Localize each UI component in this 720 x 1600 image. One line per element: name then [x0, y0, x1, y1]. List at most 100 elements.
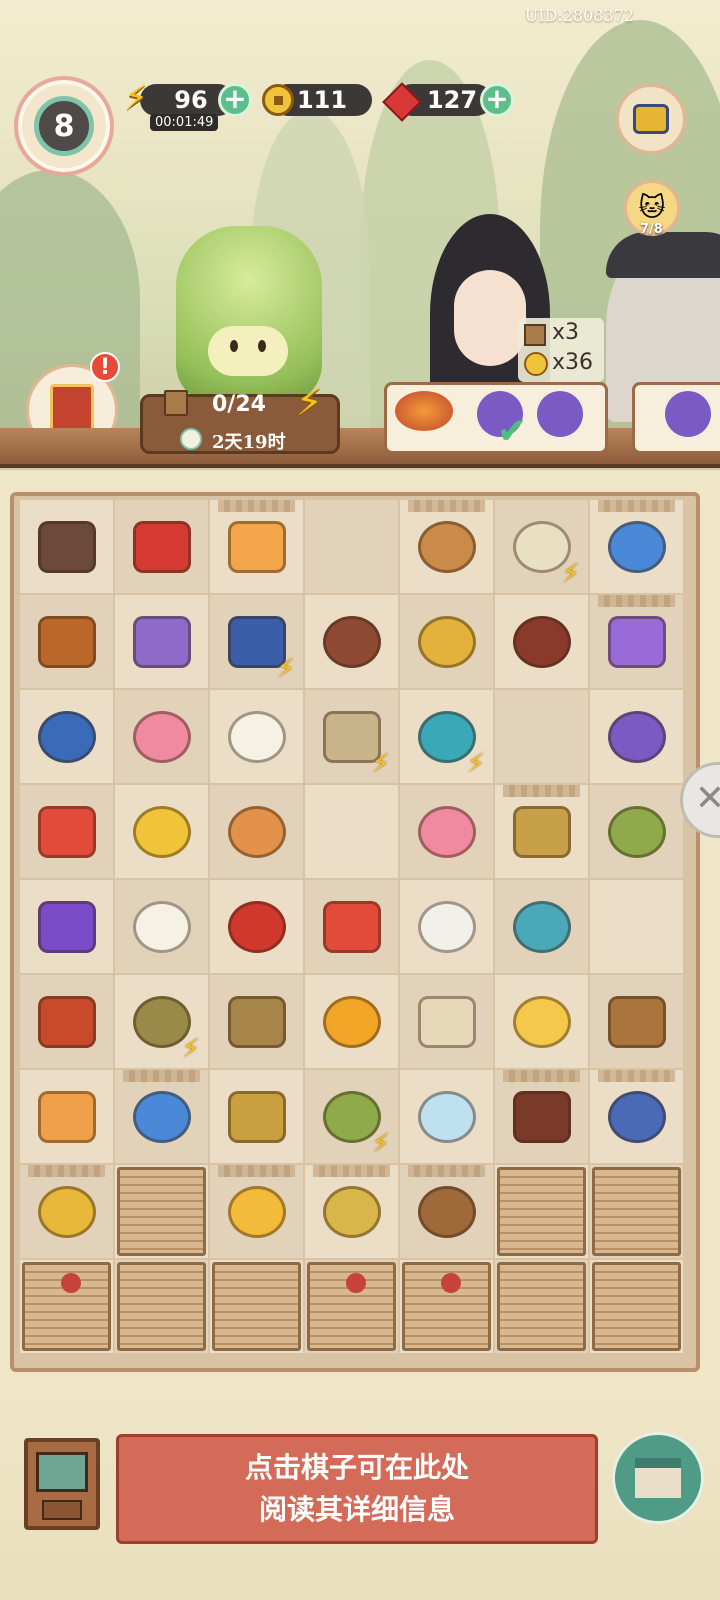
pavilion-button[interactable] — [612, 1432, 704, 1524]
yarn-icon[interactable] — [417, 995, 476, 1048]
order-tray-2[interactable] — [632, 382, 720, 454]
board-cell[interactable] — [210, 880, 303, 973]
watermelon-slice-icon[interactable] — [322, 900, 381, 953]
board-cell[interactable] — [20, 500, 113, 593]
board-cell[interactable] — [400, 500, 493, 593]
blue-gem-icon[interactable] — [607, 520, 666, 573]
board-cell[interactable] — [495, 595, 588, 688]
egg-rice-icon[interactable] — [227, 1185, 286, 1238]
player-level-badge[interactable]: 8 — [14, 76, 114, 176]
gold-ring-icon[interactable] — [417, 615, 476, 668]
box-icon[interactable] — [512, 1090, 571, 1143]
board-cell[interactable] — [400, 975, 493, 1068]
board-cell[interactable] — [115, 595, 208, 688]
board-cell[interactable] — [20, 690, 113, 783]
board-cell[interactable] — [115, 1260, 208, 1353]
board-cell[interactable]: ⚡ — [210, 595, 303, 688]
board-cell[interactable] — [400, 1260, 493, 1353]
board-cell[interactable] — [495, 975, 588, 1068]
cabbage-mascot[interactable] — [176, 226, 322, 404]
red-bean-soup-icon[interactable] — [512, 615, 571, 668]
chicks-nest-icon[interactable] — [417, 520, 476, 573]
board-cell[interactable] — [115, 785, 208, 878]
board-cell[interactable]: ⚡ — [400, 690, 493, 783]
egg-icon[interactable] — [227, 805, 286, 858]
board-cell[interactable]: ⚡ — [305, 1070, 398, 1163]
board-cell[interactable] — [210, 500, 303, 593]
board-cell[interactable] — [210, 785, 303, 878]
tea-basin-icon[interactable] — [607, 1090, 666, 1143]
embroidery-icon[interactable] — [37, 900, 96, 953]
watermelon-platter-icon[interactable] — [37, 995, 96, 1048]
brush-set-icon[interactable] — [512, 805, 571, 858]
order-tray-1[interactable]: ✔ — [384, 382, 608, 454]
water-buckets-icon[interactable] — [607, 995, 666, 1048]
jewelry-icon[interactable] — [322, 1185, 381, 1238]
firewood-icon[interactable] — [37, 615, 96, 668]
rice-pile-icon[interactable] — [132, 900, 191, 953]
board-cell[interactable] — [20, 595, 113, 688]
purple-bag-icon[interactable] — [607, 615, 666, 668]
board-cell[interactable] — [590, 785, 683, 878]
board-cell[interactable] — [590, 1260, 683, 1353]
tea-cup-icon[interactable] — [37, 710, 96, 763]
dried-leaves-icon[interactable] — [227, 1090, 286, 1143]
board-cell[interactable] — [590, 1165, 683, 1258]
board-cell[interactable] — [305, 595, 398, 688]
board-cell[interactable] — [495, 785, 588, 878]
board-cell[interactable] — [495, 880, 588, 973]
basket-icon[interactable] — [322, 615, 381, 668]
board-cell[interactable] — [210, 1165, 303, 1258]
board-cell[interactable] — [590, 595, 683, 688]
rice-pile-icon[interactable] — [227, 710, 286, 763]
orange-cat-icon[interactable] — [37, 1090, 96, 1143]
red-drum-icon[interactable] — [227, 900, 286, 953]
shop-button[interactable] — [616, 84, 686, 154]
board-cell[interactable] — [20, 880, 113, 973]
board-cell[interactable] — [305, 785, 398, 878]
board-cell[interactable] — [20, 1070, 113, 1163]
board-cell[interactable] — [400, 880, 493, 973]
board-cell[interactable] — [115, 880, 208, 973]
board-cell[interactable] — [305, 880, 398, 973]
watermelon-slice-icon[interactable] — [37, 805, 96, 858]
brush-ruler-icon[interactable] — [227, 995, 286, 1048]
white-bowl-icon[interactable] — [417, 1090, 476, 1143]
board-cell[interactable] — [590, 880, 683, 973]
board-cell[interactable] — [590, 500, 683, 593]
board-cell[interactable] — [400, 595, 493, 688]
chick-nest-icon[interactable] — [512, 995, 571, 1048]
board-cell[interactable] — [495, 690, 588, 783]
purple-pouch-icon[interactable] — [607, 710, 666, 763]
board-cell[interactable] — [210, 975, 303, 1068]
board-cell[interactable] — [590, 690, 683, 783]
board-cell[interactable] — [20, 1260, 113, 1353]
board-cell[interactable] — [305, 1260, 398, 1353]
board-cell[interactable] — [400, 1070, 493, 1163]
jade-jar-icon[interactable] — [512, 900, 571, 953]
storage-cabinet-button[interactable] — [24, 1438, 100, 1530]
board-cell[interactable]: ⚡ — [495, 500, 588, 593]
board-cell[interactable] — [495, 1070, 588, 1163]
cage-icon[interactable] — [417, 1185, 476, 1238]
congee-bowl-icon[interactable] — [322, 995, 381, 1048]
add-energy-button[interactable]: + — [218, 83, 252, 117]
board-cell[interactable] — [20, 1165, 113, 1258]
cotton-icon[interactable] — [417, 900, 476, 953]
board-cell[interactable] — [305, 1165, 398, 1258]
board-cell[interactable] — [305, 975, 398, 1068]
peach-cake-icon[interactable] — [132, 710, 191, 763]
board-cell[interactable] — [495, 1260, 588, 1353]
board-cell[interactable] — [590, 975, 683, 1068]
blue-gem-icon[interactable] — [132, 1090, 191, 1143]
board-cell[interactable] — [210, 1260, 303, 1353]
purple-scroll-icon[interactable] — [132, 615, 191, 668]
board-cell[interactable] — [20, 975, 113, 1068]
add-gems-button[interactable]: + — [480, 83, 514, 117]
board-cell[interactable] — [400, 785, 493, 878]
peach-cake-icon[interactable] — [417, 805, 476, 858]
cat-icon[interactable] — [227, 520, 286, 573]
coin-icon[interactable] — [132, 805, 191, 858]
board-cell[interactable] — [20, 785, 113, 878]
board-cell[interactable] — [400, 1165, 493, 1258]
